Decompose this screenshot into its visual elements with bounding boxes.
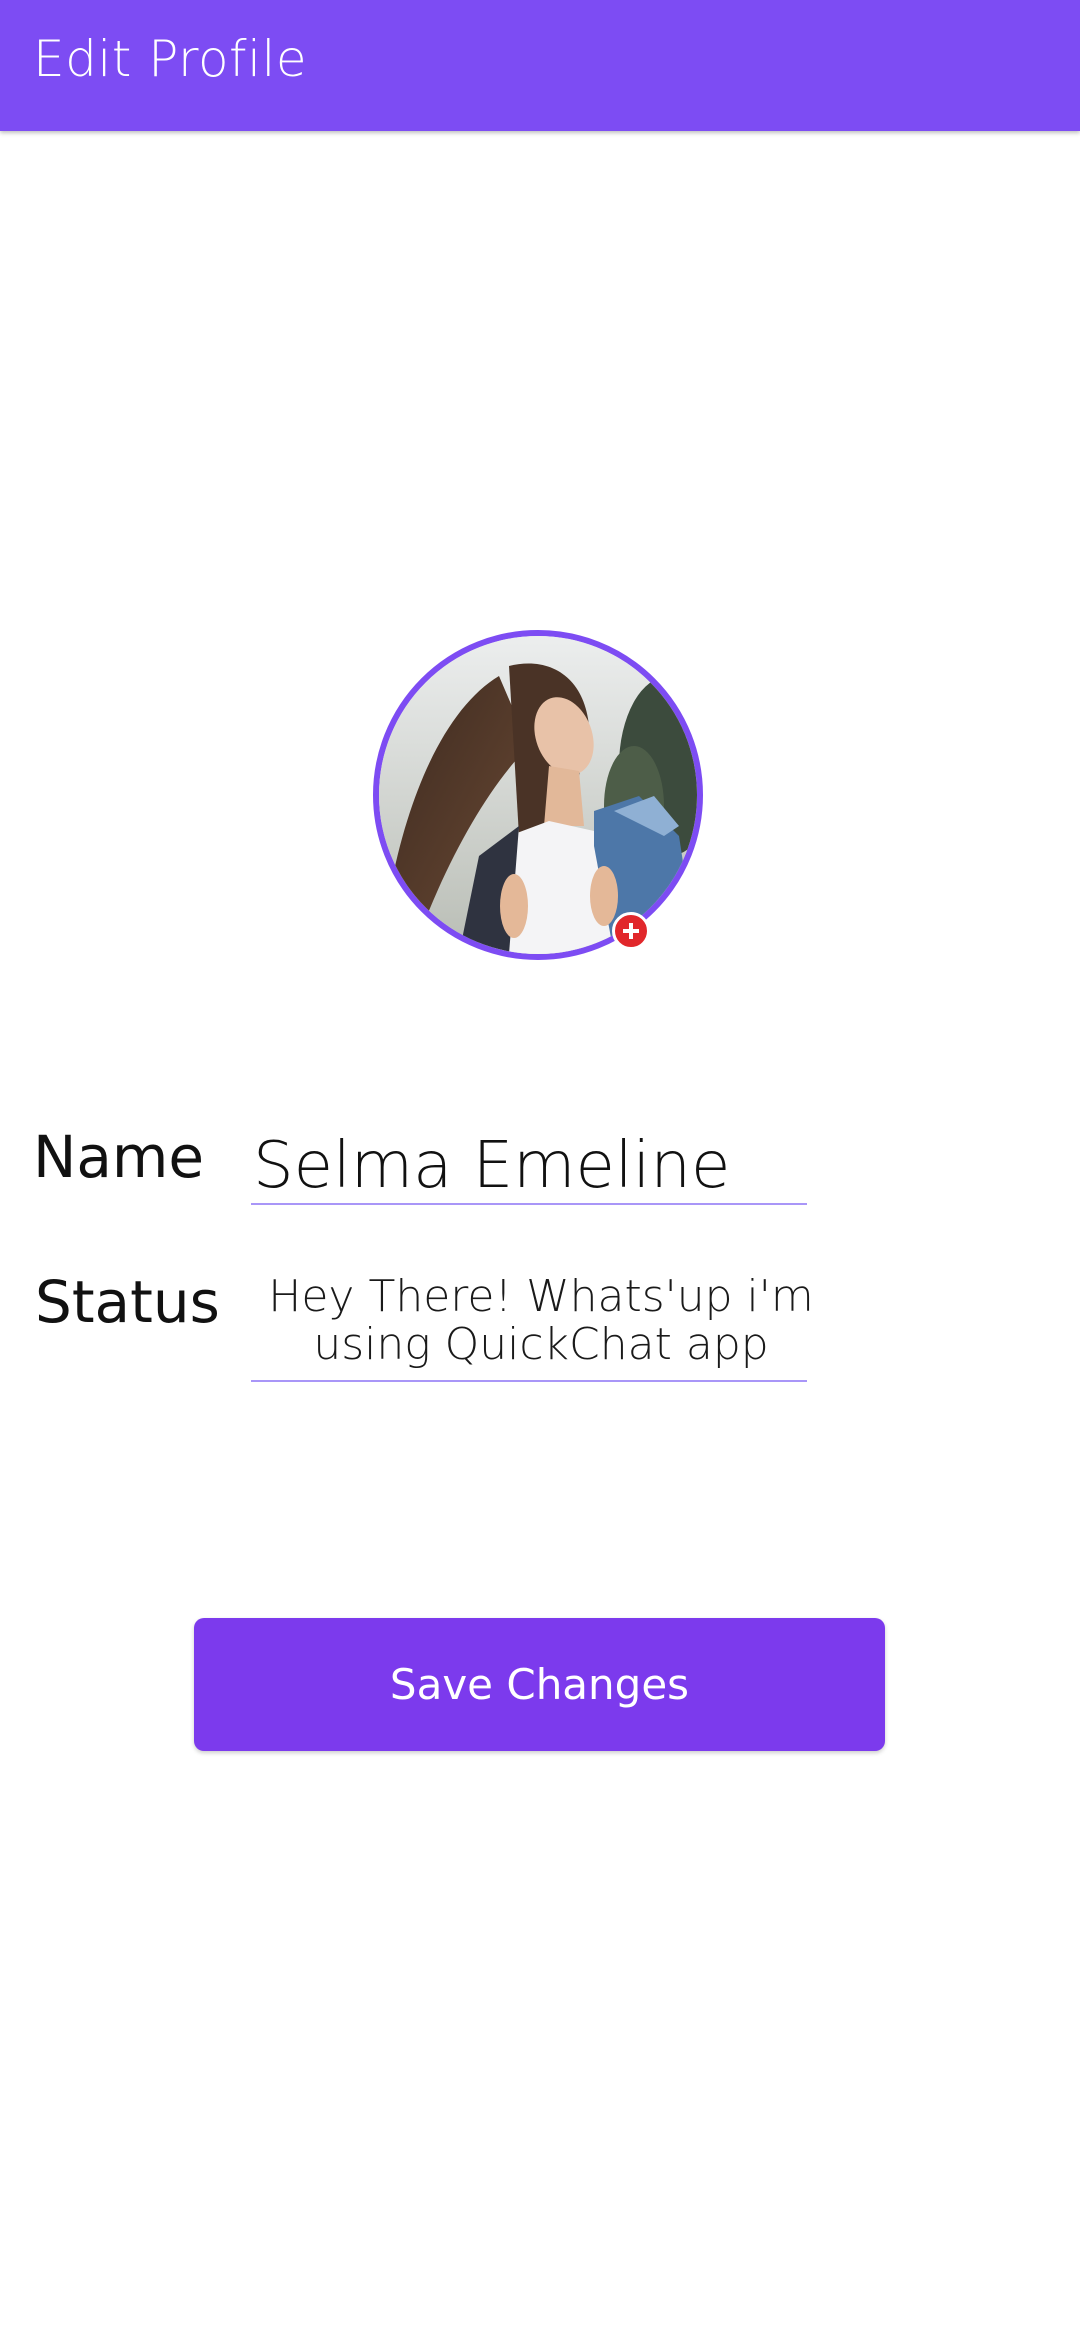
status-input[interactable]: Hey There! Whats'up i'm using QuickChat … xyxy=(251,1268,814,1382)
name-label: Name xyxy=(33,1123,205,1191)
plus-icon xyxy=(623,923,639,939)
add-photo-button[interactable] xyxy=(612,912,650,950)
page-title: Edit Profile xyxy=(33,30,308,88)
app-bar: Edit Profile xyxy=(0,0,1080,131)
profile-photo-image xyxy=(379,636,697,954)
status-input-value: Hey There! Whats'up i'm using QuickChat … xyxy=(268,1271,814,1370)
save-changes-button[interactable]: Save Changes xyxy=(194,1618,885,1751)
status-label: Status xyxy=(35,1268,220,1336)
profile-photo-container[interactable] xyxy=(373,630,703,960)
profile-avatar[interactable] xyxy=(373,630,703,960)
name-input[interactable]: Selma Emeline xyxy=(251,1125,807,1205)
name-input-value: Selma Emeline xyxy=(253,1129,731,1203)
